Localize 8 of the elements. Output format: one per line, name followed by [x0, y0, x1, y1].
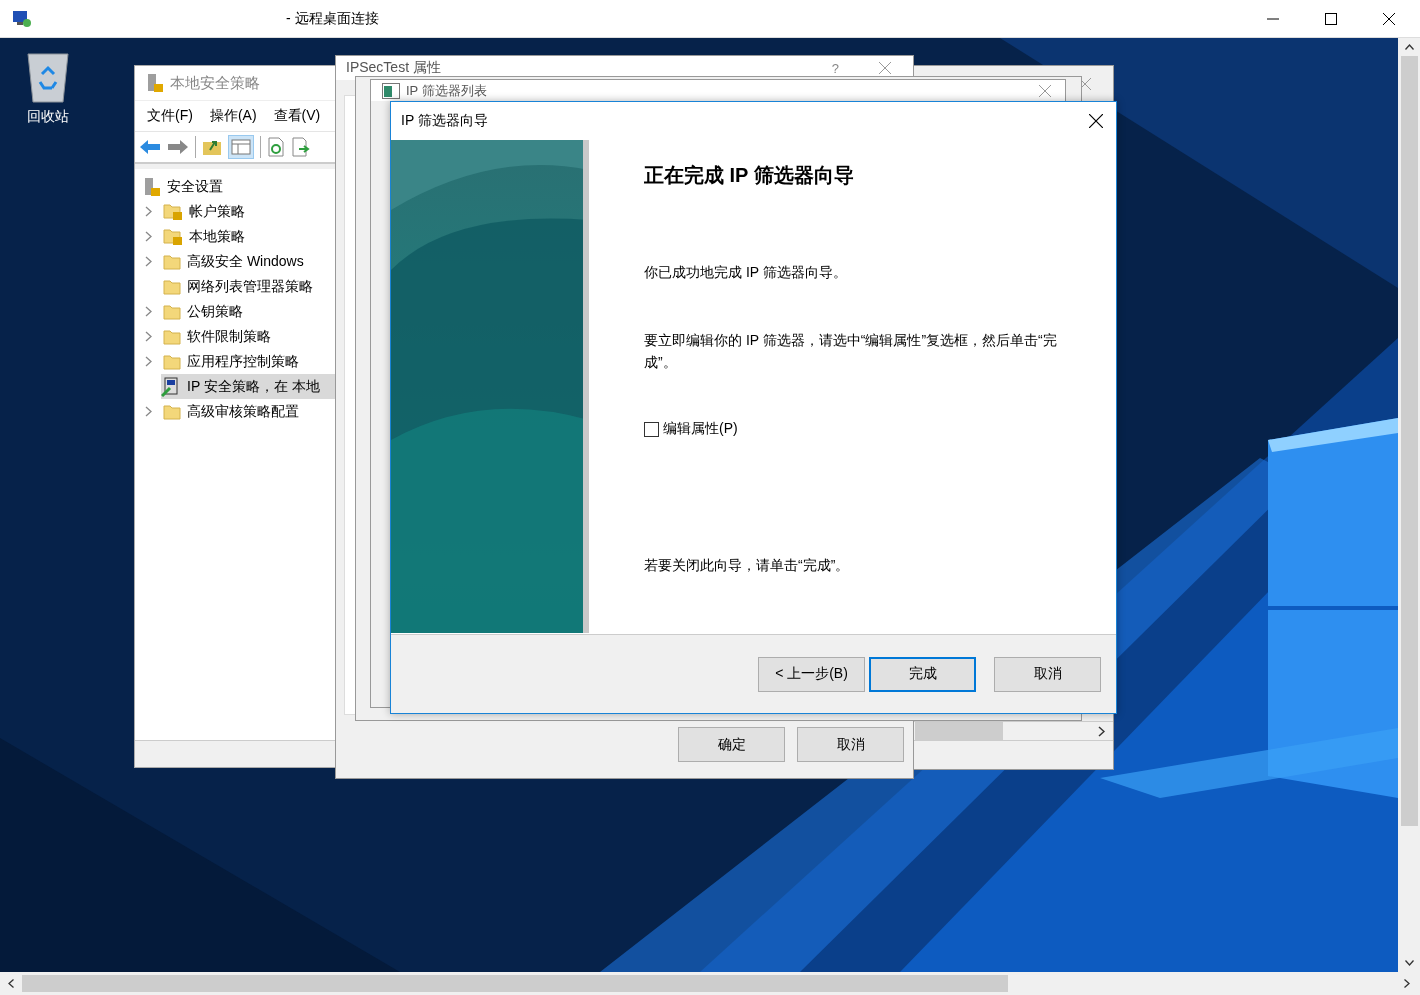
scrollbar-thumb[interactable] [1400, 56, 1418, 826]
close-icon[interactable] [1383, 12, 1395, 25]
scrollbar[interactable] [1398, 38, 1420, 972]
window-title: - 远程桌面连接 [286, 9, 379, 28]
scrollbar-thumb[interactable] [22, 975, 1008, 992]
monitor-icon [12, 9, 32, 28]
maximize-icon[interactable] [1325, 12, 1337, 25]
scrollbar[interactable] [0, 972, 1420, 995]
